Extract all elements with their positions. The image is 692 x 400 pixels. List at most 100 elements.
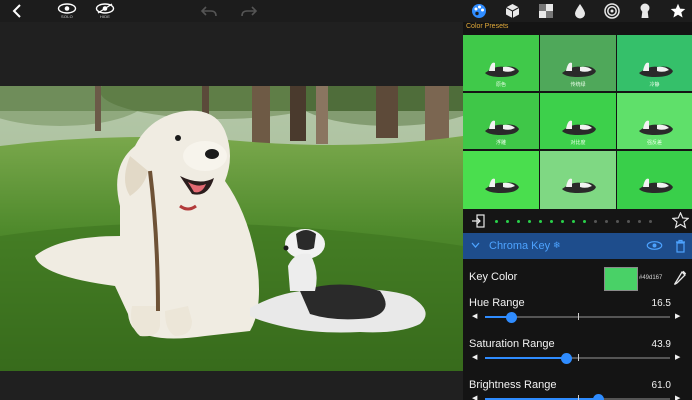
preset-page-bar — [463, 209, 692, 233]
preset-label: 原色 — [495, 82, 506, 88]
import-preset-icon[interactable] — [471, 214, 485, 228]
dog-silhouette-icon — [485, 178, 519, 193]
slider-default-tick — [577, 354, 579, 361]
adjustment-panel: Color Presets 原色 传统绿 冷静 浮雕 对比度 强反差 Chrom… — [463, 22, 692, 400]
3d-tab[interactable] — [503, 0, 521, 22]
checker-icon — [539, 4, 553, 18]
spiral-icon — [604, 3, 620, 19]
page-dot — [517, 220, 520, 223]
page-dot — [561, 220, 564, 223]
dog-silhouette-icon — [639, 62, 673, 77]
page-dot — [583, 220, 586, 223]
slider-label: Hue Range — [469, 297, 525, 309]
page-dot — [495, 220, 498, 223]
palette-icon — [472, 4, 486, 18]
slider-value: 61.0 — [651, 380, 671, 391]
page-dot — [572, 220, 575, 223]
drop-tab[interactable] — [571, 0, 589, 22]
slider-knob[interactable] — [561, 353, 573, 364]
keyhole-icon — [640, 3, 650, 18]
spiral-tab[interactable] — [603, 0, 621, 22]
decrement-arrow-icon[interactable]: ◀ — [472, 394, 477, 400]
preset-thumbnail[interactable] — [617, 151, 692, 209]
solo-eye-icon — [57, 3, 77, 14]
preset-thumbnail[interactable] — [463, 151, 539, 209]
increment-arrow-icon[interactable]: ▶ — [675, 353, 680, 361]
slider-fill — [485, 357, 567, 359]
solo-label: SOLO — [61, 14, 73, 19]
back-icon — [12, 4, 21, 18]
page-dot — [594, 220, 597, 223]
dog-photo — [0, 86, 463, 371]
hue-range-row: Hue Range 16.5 ◀ ▶ — [463, 297, 692, 339]
increment-arrow-icon[interactable]: ▶ — [675, 312, 680, 320]
visibility-eye-icon[interactable] — [646, 240, 663, 251]
back-button[interactable] — [9, 0, 25, 22]
chroma-key-header[interactable]: Chroma Key ❄ — [463, 233, 692, 259]
decrement-arrow-icon[interactable]: ◀ — [472, 312, 477, 320]
saturation-range-slider[interactable] — [485, 353, 670, 364]
redo-button[interactable] — [240, 0, 258, 22]
preset-label: 对比度 — [570, 140, 586, 146]
solo-button[interactable]: SOLO — [54, 0, 80, 22]
slider-value: 16.5 — [651, 298, 671, 309]
snowflake-icon: ❄ — [553, 240, 561, 250]
chevron-down-icon[interactable] — [471, 242, 480, 248]
key-color-label: Key Color — [469, 271, 518, 283]
slider-knob[interactable] — [592, 394, 604, 400]
preset-thumbnail[interactable]: 传统绿 — [540, 35, 616, 91]
page-dot — [638, 220, 641, 223]
undo-icon — [201, 6, 217, 17]
dog-silhouette-icon — [562, 62, 596, 77]
slider-knob[interactable] — [505, 312, 517, 323]
page-dot — [506, 220, 509, 223]
brightness-range-row: Brightness Range 61.0 ◀ ▶ — [463, 379, 692, 400]
color-presets-grid: 原色 传统绿 冷静 浮雕 对比度 强反差 — [463, 35, 692, 209]
slider-default-tick — [577, 313, 579, 320]
increment-arrow-icon[interactable]: ▶ — [675, 394, 680, 400]
favorite-star-icon[interactable] — [672, 212, 689, 229]
preset-label: 传统绿 — [570, 82, 586, 88]
eyedropper-icon[interactable] — [673, 270, 687, 286]
slider-label: Brightness Range — [469, 379, 557, 391]
color-tab[interactable] — [470, 0, 488, 22]
trash-icon[interactable] — [675, 239, 686, 253]
mask-tab[interactable] — [636, 0, 654, 22]
photo-preview — [0, 86, 463, 371]
favorites-tab[interactable] — [669, 0, 687, 22]
page-dot — [627, 220, 630, 223]
preset-thumbnail[interactable]: 冷静 — [617, 35, 692, 91]
preset-thumbnail[interactable]: 强反差 — [617, 93, 692, 149]
key-color-swatch[interactable] — [604, 267, 638, 291]
slider-label: Saturation Range — [469, 338, 555, 350]
hide-button[interactable]: HIDE — [92, 0, 118, 22]
preset-label: 浮雕 — [495, 140, 506, 146]
key-color-hex: #49d167 — [639, 275, 663, 281]
page-dot — [616, 220, 619, 223]
layer-title: Chroma Key — [489, 240, 551, 252]
dog-silhouette-icon — [562, 120, 596, 135]
decrement-arrow-icon[interactable]: ◀ — [472, 353, 477, 361]
page-dot — [550, 220, 553, 223]
dog-silhouette-icon — [562, 178, 596, 193]
preset-label: 冷静 — [649, 82, 660, 88]
dog-silhouette-icon — [639, 120, 673, 135]
top-toolbar: SOLO HIDE — [0, 0, 692, 22]
dog-silhouette-icon — [485, 120, 519, 135]
saturation-range-row: Saturation Range 43.9 ◀ ▶ — [463, 338, 692, 380]
slider-value: 43.9 — [651, 339, 671, 350]
texture-tab[interactable] — [537, 0, 555, 22]
key-color-row: Key Color #49d167 — [463, 259, 692, 299]
page-dot — [528, 220, 531, 223]
canvas-area[interactable] — [0, 22, 463, 400]
hide-label: HIDE — [99, 14, 111, 19]
preset-thumbnail[interactable]: 浮雕 — [463, 93, 539, 149]
preset-thumbnail[interactable]: 对比度 — [540, 93, 616, 149]
preset-label: 强反差 — [646, 140, 662, 146]
preset-thumbnail[interactable] — [540, 151, 616, 209]
undo-button[interactable] — [200, 0, 218, 22]
hide-eye-icon — [95, 3, 115, 14]
page-dot — [649, 220, 652, 223]
hue-range-slider[interactable] — [485, 312, 670, 323]
preset-thumbnail[interactable]: 原色 — [463, 35, 539, 91]
